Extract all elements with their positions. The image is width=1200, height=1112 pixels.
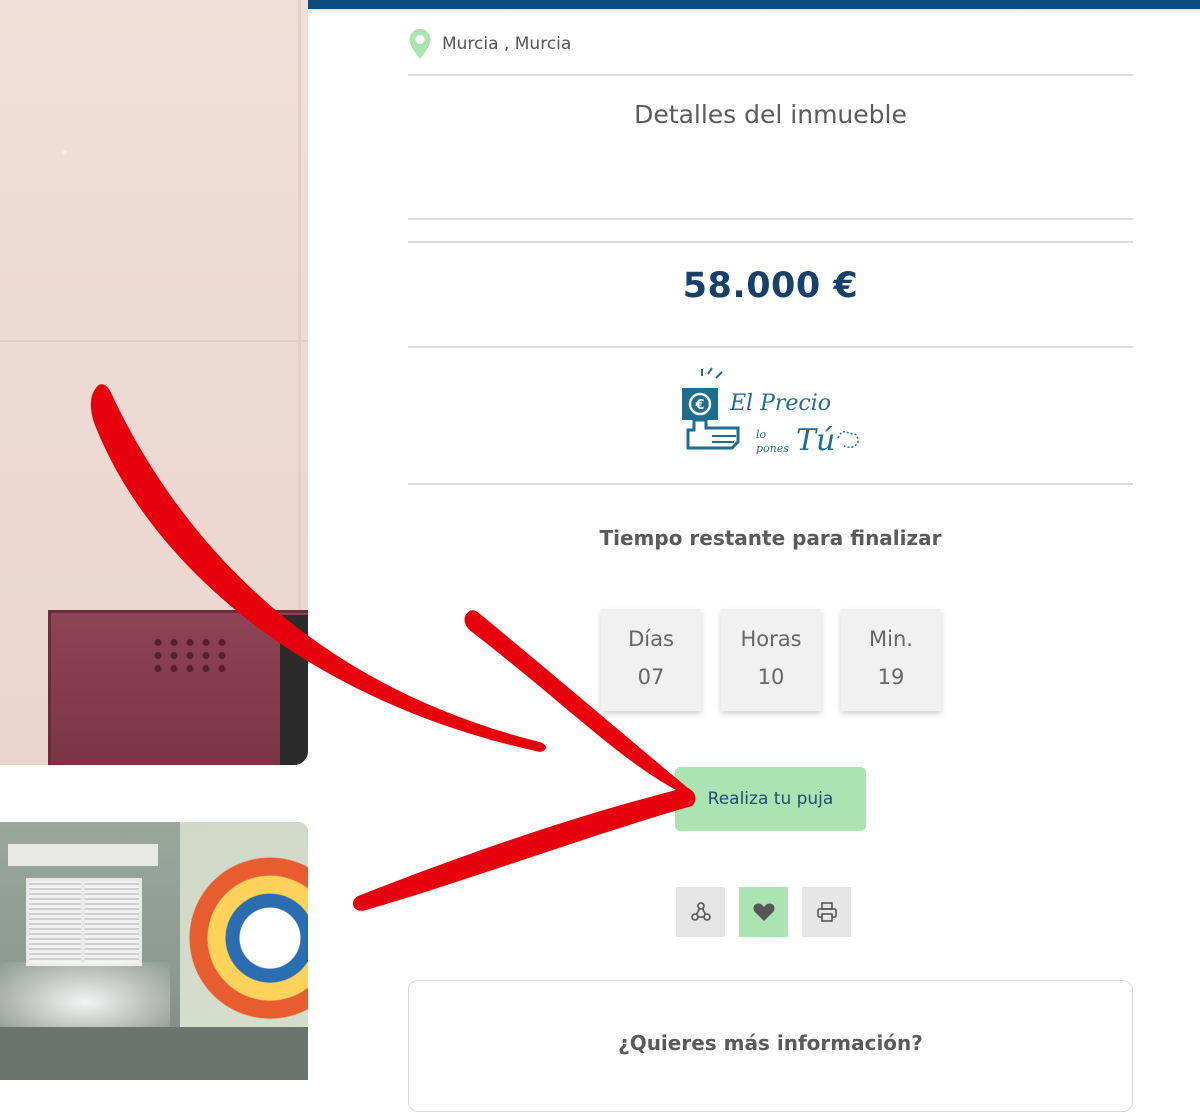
divider bbox=[408, 218, 1133, 220]
details-title: Detalles del inmueble bbox=[634, 100, 907, 129]
logo-text-tu: Tú bbox=[796, 423, 835, 458]
more-info-card: ¿Quieres más información? bbox=[408, 980, 1133, 1112]
logo-text-lo: lo bbox=[756, 428, 767, 441]
countdown-hours: Horas 10 bbox=[721, 609, 821, 711]
print-icon bbox=[816, 902, 837, 922]
location: Murcia , Murcia bbox=[408, 28, 571, 60]
property-photo-thumbnail[interactable] bbox=[0, 822, 308, 1080]
countdown-label: Horas bbox=[740, 627, 802, 651]
divider bbox=[408, 241, 1133, 243]
more-info-title: ¿Quieres más información? bbox=[618, 1031, 923, 1055]
countdown-value: 19 bbox=[877, 665, 905, 689]
share-icon bbox=[690, 902, 711, 921]
place-bid-button[interactable]: Realiza tu puja bbox=[675, 767, 866, 831]
countdown-days: Días 07 bbox=[601, 609, 701, 711]
logo-text-el-precio: El Precio bbox=[729, 391, 831, 416]
divider bbox=[408, 483, 1133, 485]
heart-icon bbox=[752, 903, 775, 921]
radiator bbox=[48, 610, 308, 765]
countdown-value: 10 bbox=[757, 665, 785, 689]
print-button[interactable] bbox=[802, 887, 851, 937]
el-precio-lo-pones-tu-logo: € El Precio lo pones Tú bbox=[682, 367, 859, 458]
countdown-minutes: Min. 19 bbox=[841, 609, 941, 711]
countdown-value: 07 bbox=[637, 665, 665, 689]
window bbox=[26, 878, 142, 966]
favorite-button[interactable] bbox=[739, 887, 788, 937]
location-text: Murcia , Murcia bbox=[442, 34, 572, 54]
share-button[interactable] bbox=[676, 887, 725, 937]
price: 58.000 € bbox=[682, 266, 859, 306]
countdown-title: Tiempo restante para finalizar bbox=[599, 526, 942, 550]
property-photo-main[interactable] bbox=[0, 0, 308, 765]
divider bbox=[408, 74, 1133, 76]
location-pin-icon bbox=[409, 29, 431, 59]
countdown-label: Días bbox=[628, 627, 674, 651]
countdown-label: Min. bbox=[869, 627, 913, 651]
svg-text:€: € bbox=[694, 398, 704, 413]
logo-text-pones: pones bbox=[756, 442, 789, 455]
divider bbox=[408, 346, 1133, 348]
